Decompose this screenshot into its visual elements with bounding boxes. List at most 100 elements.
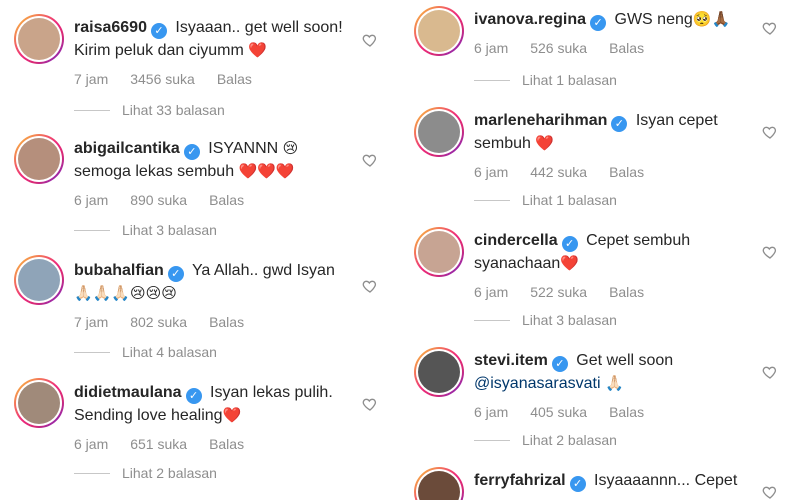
divider [74,472,110,474]
heart-outline-icon[interactable] [762,484,778,500]
divider [74,229,110,231]
comment-meta: 7 jam 3456 suka Balas [74,71,354,87]
verified-badge-icon: ✓ [569,476,586,492]
verified-badge-icon: ✓ [561,236,578,252]
divider [474,79,510,81]
like-count[interactable]: 405 suka [530,404,587,420]
reply-button[interactable]: Balas [217,71,252,87]
verified-badge-icon: ✓ [611,116,628,132]
cry-emoji: 😢 [282,139,299,157]
mention-link[interactable]: @isyanasarasvati [474,375,601,392]
view-replies-label[interactable]: Lihat 1 balasan [522,192,617,208]
like-count[interactable]: 890 suka [130,192,187,208]
username[interactable]: cindercella [474,232,558,249]
reply-button[interactable]: Balas [209,314,244,330]
avatar[interactable] [414,467,464,500]
comment-body: Cepet sembuh [586,232,691,249]
like-count[interactable]: 522 suka [530,284,587,300]
reply-button[interactable]: Balas [209,436,244,452]
avatar[interactable] [14,134,64,184]
comment-text: bubahalfian ✓ Ya Allah.. gwd Isyan 🙏🏻🙏🏻🙏🏻… [74,260,354,305]
reply-button[interactable]: Balas [609,284,644,300]
heart-outline-icon[interactable] [762,20,778,36]
comment-body: ISYANNN [208,140,279,157]
heart-outline-icon[interactable] [362,152,378,168]
like-count[interactable]: 526 suka [530,40,587,56]
view-replies-label[interactable]: Lihat 2 balasan [122,465,217,481]
username[interactable]: raisa6690 [74,19,147,36]
comment-meta: 6 jam 442 suka Balas [474,164,754,180]
comment-body: Isyan lekas pulih. [210,384,333,401]
avatar[interactable] [414,6,464,56]
like-count[interactable]: 802 suka [130,314,187,330]
reply-button[interactable]: Balas [209,192,244,208]
comment-meta: 6 jam 405 suka Balas [474,404,754,420]
avatar[interactable] [14,14,64,64]
heart-outline-icon[interactable] [762,364,778,380]
pray-emoji: 🙏🏻 [604,374,624,392]
comment-body-line2: syanachaan [474,255,561,272]
heart-outline-icon[interactable] [362,32,378,48]
heart-emoji: ❤️❤️❤️ [238,162,295,180]
view-replies-link[interactable]: Lihat 1 balasan [474,72,617,88]
avatar[interactable] [14,378,64,428]
verified-badge-icon: ✓ [150,23,167,39]
like-count[interactable]: 651 suka [130,436,187,452]
reply-button[interactable]: Balas [609,40,644,56]
pleading-pray-emoji: 🥺🙏🏾 [692,10,731,28]
username[interactable]: stevi.item [474,352,548,369]
divider [74,351,110,353]
username[interactable]: didietmaulana [74,384,182,401]
comment-body: Get well soon [576,352,674,369]
verified-badge-icon: ✓ [590,15,607,31]
view-replies-label[interactable]: Lihat 4 balasan [122,344,217,360]
view-replies-link[interactable]: Lihat 33 balasan [74,102,225,118]
heart-outline-icon[interactable] [762,244,778,260]
like-count[interactable]: 3456 suka [130,71,195,87]
comments-column-right: ivanova.regina ✓ GWS neng🥺🙏🏾 6 jam 526 suk… [400,0,800,500]
avatar[interactable] [414,107,464,157]
like-count[interactable]: 442 suka [530,164,587,180]
view-replies-label[interactable]: Lihat 2 balasan [522,432,617,448]
reply-button[interactable]: Balas [609,164,644,180]
timestamp: 6 jam [474,404,509,420]
view-replies-label[interactable]: Lihat 33 balasan [122,102,225,118]
username[interactable]: ivanova.regina [474,11,586,28]
view-replies-label[interactable]: Lihat 3 balasan [522,312,617,328]
view-replies-label[interactable]: Lihat 1 balasan [522,72,617,88]
heart-emoji: ❤️ [248,41,267,59]
view-replies-link[interactable]: Lihat 3 balasan [74,222,217,238]
avatar[interactable] [414,227,464,277]
heart-emoji: ❤️ [535,134,555,152]
heart-outline-icon[interactable] [362,396,378,412]
view-replies-link[interactable]: Lihat 3 balasan [474,312,617,328]
view-replies-link[interactable]: Lihat 2 balasan [474,432,617,448]
avatar[interactable] [14,255,64,305]
comment-text: ferryfahrizal ✓ Isyaaaannn... Cepet [474,470,754,492]
view-replies-link[interactable]: Lihat 4 balasan [74,344,217,360]
divider [474,199,510,201]
timestamp: 6 jam [474,40,509,56]
comment-text: abigailcantika ✓ ISYANNN 😢 semoga lekas s… [74,137,354,183]
comment-text: raisa6690 ✓ Isyaaan.. get well soon! Kiri… [74,17,354,62]
view-replies-link[interactable]: Lihat 2 balasan [74,465,217,481]
timestamp: 6 jam [74,436,109,452]
comment-body: Isyan cepet [635,112,718,129]
username[interactable]: abigailcantika [74,140,180,157]
reply-button[interactable]: Balas [609,404,644,420]
heart-outline-icon[interactable] [762,124,778,140]
verified-badge-icon: ✓ [185,388,202,404]
username[interactable]: bubahalfian [74,262,164,279]
comment-meta: 6 jam 651 suka Balas [74,436,354,452]
timestamp: 7 jam [74,314,109,330]
comment-meta: 6 jam 526 suka Balas [474,40,754,56]
view-replies-label[interactable]: Lihat 3 balasan [122,222,217,238]
username[interactable]: marleneharihman [474,112,607,129]
comment-meta: 6 jam 522 suka Balas [474,284,754,300]
view-replies-link[interactable]: Lihat 1 balasan [474,192,617,208]
divider [74,109,110,111]
heart-outline-icon[interactable] [362,278,378,294]
username[interactable]: ferryfahrizal [474,472,566,489]
avatar[interactable] [414,347,464,397]
comment-item: ferryfahrizal ✓ Isyaaaannn... Cepet [400,460,800,500]
